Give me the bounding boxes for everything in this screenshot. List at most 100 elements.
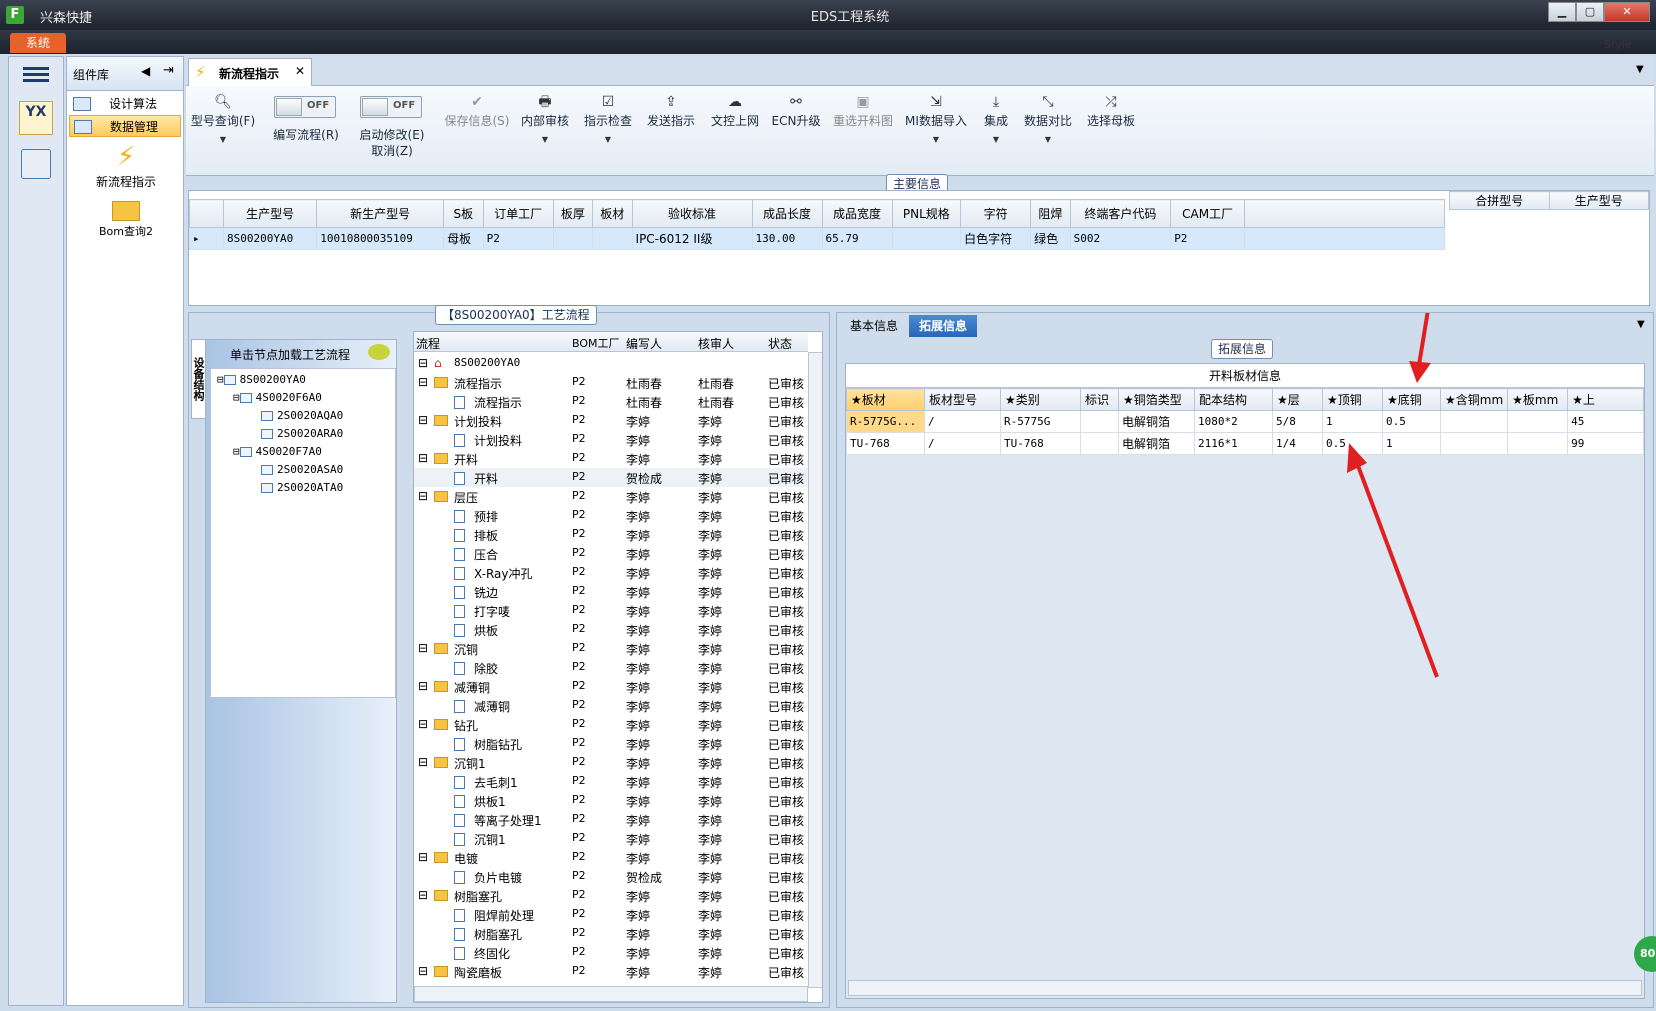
table-cell[interactable]: 绿色: [1030, 227, 1071, 250]
flow-row[interactable]: 除胶 P2 李婷 李婷 已审核: [414, 658, 808, 677]
flow-row[interactable]: 去毛刺1 P2 李婷 李婷 已审核: [414, 772, 808, 791]
flow-row[interactable]: ⊟ 开料 P2 李婷 李婷 已审核: [414, 449, 808, 468]
table-cell[interactable]: S002: [1069, 227, 1172, 250]
col-header[interactable]: BOM工厂: [572, 335, 620, 351]
tree-node[interactable]: 2S0020ARA0: [261, 427, 343, 440]
col-header[interactable]: 核审人: [698, 335, 734, 352]
collapse-icon[interactable]: ⊟: [418, 375, 428, 389]
col-header[interactable]: 板厚: [552, 199, 594, 228]
vertical-scrollbar[interactable]: [808, 352, 822, 988]
horizontal-scrollbar[interactable]: [414, 986, 808, 1002]
integrate-button[interactable]: ⤓ 集成 ▼: [976, 92, 1016, 162]
flow-row[interactable]: 预排 P2 李婷 李婷 已审核: [414, 506, 808, 525]
cancel-button[interactable]: 取消(Z): [352, 142, 432, 160]
send-indication-button[interactable]: ⇪ 发送指示: [640, 92, 702, 162]
new-flow-indication-shortcut[interactable]: ⚡ 新流程指示: [71, 141, 181, 191]
collapse-icon[interactable]: ⊟: [418, 641, 428, 655]
internal-review-button[interactable]: 🖶 内部审核 ▼: [514, 92, 576, 162]
tab-new-flow-indication[interactable]: ⚡ 新流程指示 ✕: [188, 58, 312, 86]
table-cell[interactable]: P2: [1170, 227, 1245, 250]
col-header[interactable]: 新生产型号: [316, 199, 445, 228]
col-header[interactable]: 流程: [416, 335, 440, 352]
collapse-icon[interactable]: ⊟: [418, 755, 428, 769]
flow-row[interactable]: ⊟ 层压 P2 李婷 李婷 已审核: [414, 487, 808, 506]
save-info-button[interactable]: ✔ 保存信息(S): [442, 92, 512, 162]
table-cell[interactable]: [592, 227, 633, 250]
nav-item-design-algorithm[interactable]: 设计算法: [69, 93, 181, 115]
collapse-icon[interactable]: ⊟: [418, 679, 428, 693]
flow-row[interactable]: 压合 P2 李婷 李婷 已审核: [414, 544, 808, 563]
collapse-icon[interactable]: ⊟: [418, 489, 428, 503]
flow-row[interactable]: ⊟ 树脂塞孔 P2 李婷 李婷 已审核: [414, 886, 808, 905]
col-header[interactable]: CAM工厂: [1170, 199, 1245, 228]
flow-row[interactable]: 烘板 P2 李婷 李婷 已审核: [414, 620, 808, 639]
collapse-icon[interactable]: ⊟: [418, 717, 428, 731]
table-cell[interactable]: [891, 227, 962, 250]
col-header[interactable]: PNL规格: [891, 199, 962, 228]
flow-row[interactable]: 流程指示 P2 杜雨春 杜雨春 已审核: [414, 392, 808, 411]
flow-row[interactable]: 排板 P2 李婷 李婷 已审核: [414, 525, 808, 544]
table-cell[interactable]: P2: [482, 227, 554, 250]
flow-root-row[interactable]: ⊟ ⌂ 8S00200YA0: [414, 354, 808, 373]
bom-query-shortcut[interactable]: Bom查询2: [71, 197, 181, 243]
close-window-button[interactable]: ✕: [1604, 2, 1650, 22]
col-header[interactable]: 终端客户代码: [1069, 199, 1172, 228]
flow-row[interactable]: 减薄铜 P2 李婷 李婷 已审核: [414, 696, 808, 715]
calculator-icon[interactable]: [21, 149, 51, 179]
hamburger-menu-icon[interactable]: [23, 65, 49, 83]
flow-row[interactable]: ⊟ 钻孔 P2 李婷 李婷 已审核: [414, 715, 808, 734]
table-cell[interactable]: 130.00: [751, 227, 823, 250]
flow-row[interactable]: 树脂塞孔 P2 李婷 李婷 已审核: [414, 924, 808, 943]
flow-row[interactable]: 计划投料 P2 李婷 李婷 已审核: [414, 430, 808, 449]
ecn-upgrade-button[interactable]: ⚯ ECN升级: [768, 92, 824, 162]
tree-node[interactable]: 2S0020ASA0: [261, 463, 343, 476]
flow-row[interactable]: 等离子处理1 P2 李婷 李婷 已审核: [414, 810, 808, 829]
model-query-button[interactable]: 🔍︎ 型号查询(F) ▼: [188, 92, 258, 162]
col-header[interactable]: 编写人: [626, 335, 662, 352]
flow-row[interactable]: ⊟ 计划投料 P2 李婷 李婷 已审核: [414, 411, 808, 430]
table-cell[interactable]: IPC-6012 II级: [631, 227, 753, 250]
flow-row[interactable]: 阻焊前处理 P2 李婷 李婷 已审核: [414, 905, 808, 924]
flow-row[interactable]: ⊟ 电镀 P2 李婷 李婷 已审核: [414, 848, 808, 867]
flow-row[interactable]: 打字唛 P2 李婷 李婷 已审核: [414, 601, 808, 620]
flow-row[interactable]: 负片电镀 P2 贺检成 李婷 已审核: [414, 867, 808, 886]
table-cell[interactable]: 母板: [443, 227, 484, 250]
flow-row[interactable]: 开料 P2 贺检成 李婷 已审核: [414, 468, 808, 487]
col-header[interactable]: 生产型号: [1548, 191, 1649, 210]
col-header[interactable]: 字符: [960, 199, 1032, 228]
tree-node[interactable]: 2S0020ATA0: [261, 481, 343, 494]
col-header[interactable]: 板材: [592, 199, 633, 228]
flow-row[interactable]: 终固化 P2 李婷 李婷 已审核: [414, 943, 808, 962]
collapse-icon[interactable]: ⊟: [418, 850, 428, 864]
col-header[interactable]: 状态: [768, 335, 792, 352]
col-header[interactable]: 生产型号: [222, 199, 318, 228]
collapse-left-icon[interactable]: ◀: [141, 64, 150, 78]
indication-check-button[interactable]: ☑ 指示检查 ▼: [578, 92, 638, 162]
tree-node[interactable]: ⊟ 4S0020F7A0: [233, 445, 322, 458]
table-cell[interactable]: 白色字符: [960, 227, 1032, 250]
reselect-chart-button[interactable]: ▣ 重选开料图: [828, 92, 898, 162]
table-cell[interactable]: [552, 227, 594, 250]
flow-row[interactable]: ⊟ 陶瓷磨板 P2 李婷 李婷 已审核: [414, 962, 808, 981]
col-header[interactable]: 订单工厂: [482, 199, 554, 228]
col-header[interactable]: 成品宽度: [821, 199, 893, 228]
col-header[interactable]: 合拼型号: [1449, 191, 1550, 210]
col-header[interactable]: 成品长度: [751, 199, 823, 228]
flow-row[interactable]: ⊟ 流程指示 P2 杜雨春 杜雨春 已审核: [414, 373, 808, 392]
flow-row[interactable]: 沉铜1 P2 李婷 李婷 已审核: [414, 829, 808, 848]
flow-row[interactable]: 树脂钻孔 P2 李婷 李婷 已审核: [414, 734, 808, 753]
tree-node[interactable]: ⊟ 4S0020F6A0: [233, 391, 322, 404]
start-modify-toggle[interactable]: OFF: [360, 96, 422, 118]
collapse-icon[interactable]: ⊟: [418, 413, 428, 427]
collapse-icon[interactable]: ⊟: [418, 964, 428, 978]
col-header[interactable]: 阻焊: [1030, 199, 1071, 228]
table-cell[interactable]: 8S00200YA0: [222, 227, 318, 250]
tree-node[interactable]: ⊟ 8S00200YA0: [217, 373, 306, 386]
data-compare-button[interactable]: ⤡ 数据对比 ▼: [1018, 92, 1078, 162]
tab-list-dropdown-icon[interactable]: ▼: [1636, 64, 1644, 75]
nav-item-data-management[interactable]: 数据管理: [69, 115, 181, 137]
close-tab-icon[interactable]: ✕: [295, 64, 305, 78]
flow-row[interactable]: ⊟ 减薄铜 P2 李婷 李婷 已审核: [414, 677, 808, 696]
flow-row[interactable]: ⊟ 沉铜1 P2 李婷 李婷 已审核: [414, 753, 808, 772]
mi-import-button[interactable]: ⇲ MI数据导入 ▼: [900, 92, 972, 162]
